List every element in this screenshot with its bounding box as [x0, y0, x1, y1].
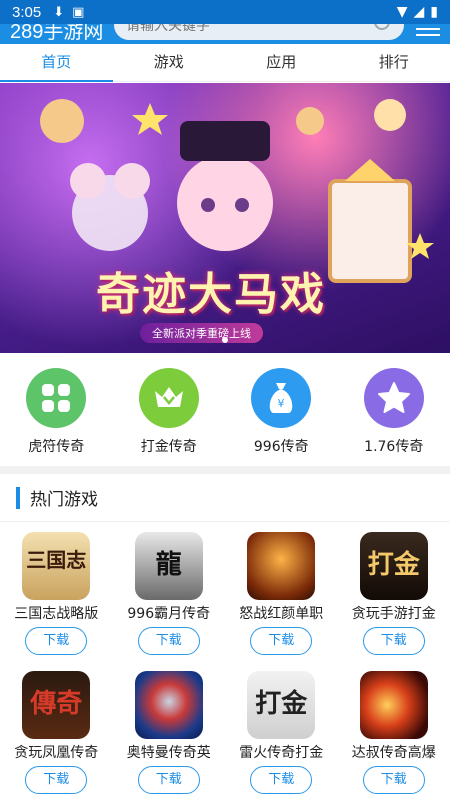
site-logo[interactable]: 289手游网	[10, 24, 103, 44]
battery-icon: ▮	[430, 4, 438, 20]
game-item[interactable]: 打金 雷火传奇打金 下载	[225, 671, 338, 794]
wifi-icon: ▼	[396, 4, 408, 20]
game-icon[interactable]: 打金	[359, 532, 428, 600]
search-input[interactable]	[114, 24, 354, 40]
game-icon-text: 打金	[367, 550, 420, 580]
download-button[interactable]: 下载	[250, 766, 313, 794]
status-time: 3:05	[12, 3, 42, 21]
game-icon[interactable]	[247, 532, 316, 600]
download-button[interactable]: 下载	[25, 766, 88, 794]
promo-banner[interactable]: 奇迹大马戏 全新派对季重磅上线	[0, 83, 450, 353]
money-bag-icon: ¥	[251, 368, 312, 428]
tab-bar: 首页 游戏 应用 排行	[0, 44, 450, 82]
game-icon[interactable]	[134, 671, 203, 739]
download-icon: ⬇	[53, 4, 65, 20]
game-name: 贪玩手游打金	[351, 606, 436, 622]
game-item[interactable]: 傳奇 贪玩凤凰传奇 下载	[0, 671, 113, 794]
banner-dot[interactable]	[222, 337, 228, 343]
game-icon[interactable]: 傳奇	[22, 671, 91, 739]
tab-ranking[interactable]: 排行	[338, 44, 450, 81]
tab-games[interactable]: 游戏	[113, 44, 226, 81]
game-icon[interactable]: 打金	[247, 671, 316, 739]
category-dajin[interactable]: 打金传奇	[113, 353, 226, 463]
section-title: 热门游戏	[30, 490, 98, 510]
status-bar: 3:05 ⬇ ▣ ▼ ◢ ▮	[0, 0, 450, 24]
category-996[interactable]: ¥ 996传奇	[225, 353, 338, 463]
download-button[interactable]: 下载	[137, 627, 200, 655]
category-label: 996传奇	[253, 439, 309, 455]
section-divider	[0, 466, 450, 474]
star-icon	[363, 368, 424, 428]
crown-icon	[138, 368, 199, 428]
game-item[interactable]: 怒战红颜单职 下载	[225, 532, 338, 655]
category-label: 打金传奇	[140, 439, 197, 455]
game-item[interactable]: 奥特曼传奇英 下载	[113, 671, 226, 794]
game-name: 三国志战略版	[14, 606, 99, 622]
search-bar[interactable]	[114, 24, 404, 40]
section-accent-bar	[16, 486, 20, 509]
download-button[interactable]: 下载	[362, 627, 425, 655]
game-item[interactable]: 龍 996霸月传奇 下载	[113, 532, 226, 655]
grid-icon	[26, 368, 87, 428]
category-label: 虎符传奇	[28, 439, 85, 455]
download-button[interactable]: 下载	[250, 627, 313, 655]
app-screen: 3:05 ⬇ ▣ ▼ ◢ ▮ 289手游网 首页 游戏 应用 排行	[0, 0, 450, 800]
game-item[interactable]: 打金 贪玩手游打金 下载	[338, 532, 450, 655]
category-176[interactable]: 1.76传奇	[338, 353, 450, 463]
game-icon-text: 傳奇	[30, 689, 83, 719]
game-icon-text: 打金	[255, 689, 308, 719]
tab-home[interactable]: 首页	[0, 44, 113, 82]
game-icon[interactable]: 三国志	[22, 532, 91, 600]
notification-icon: ▣	[72, 4, 85, 20]
game-name: 奥特曼传奇英	[126, 745, 211, 761]
game-name: 雷火传奇打金	[239, 745, 324, 761]
download-button[interactable]: 下载	[137, 766, 200, 794]
game-name: 996霸月传奇	[127, 606, 211, 622]
game-icon[interactable]: 龍	[134, 532, 203, 600]
category-label: 1.76传奇	[364, 439, 424, 455]
search-icon[interactable]	[374, 24, 390, 30]
svg-text:¥: ¥	[278, 397, 285, 410]
game-icon-text: 三国志	[26, 548, 87, 572]
game-item[interactable]: 三国志 三国志战略版 下载	[0, 532, 113, 655]
game-icon[interactable]	[359, 671, 428, 739]
category-hufu[interactable]: 虎符传奇	[0, 353, 113, 463]
menu-icon[interactable]	[416, 24, 440, 38]
banner-pagination	[0, 337, 450, 343]
status-right: ▼ ◢ ▮	[397, 4, 438, 20]
game-icon-text: 龍	[155, 550, 182, 580]
banner-title: 奇迹大马戏	[96, 269, 326, 320]
game-name: 达叔传奇高爆	[351, 745, 436, 761]
game-name: 贪玩凤凰传奇	[14, 745, 99, 761]
game-item[interactable]: 达叔传奇高爆 下载	[338, 671, 450, 794]
game-name: 怒战红颜单职	[239, 606, 324, 622]
game-grid: 三国志 三国志战略版 下载 龍 996霸月传奇 下载 怒战红颜单职 下载 打金 …	[0, 532, 450, 794]
signal-icon: ◢	[413, 4, 425, 20]
download-button[interactable]: 下载	[25, 627, 88, 655]
section-header: 热门游戏	[0, 474, 450, 522]
download-button[interactable]: 下载	[362, 766, 425, 794]
app-header: 289手游网	[0, 24, 450, 44]
tab-apps[interactable]: 应用	[225, 44, 338, 81]
category-row: 虎符传奇 打金传奇 ¥ 996传奇 1.76传奇	[0, 353, 450, 463]
